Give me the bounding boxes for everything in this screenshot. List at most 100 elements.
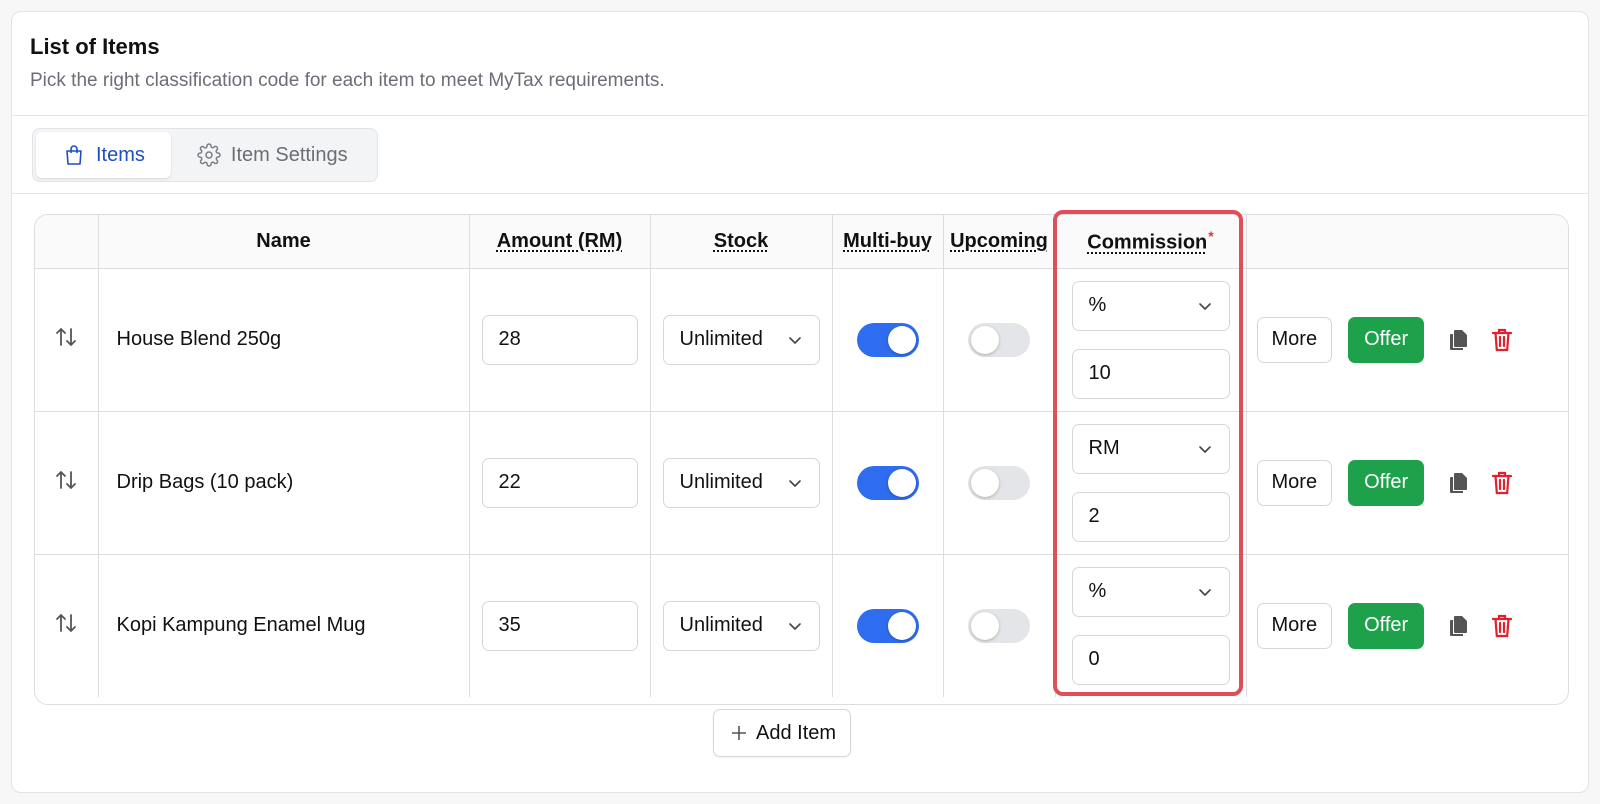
item-name: House Blend 250g — [98, 268, 470, 412]
gear-icon — [197, 143, 221, 167]
col-header-upcoming: Upcoming — [943, 215, 1056, 269]
commission-value-input[interactable]: 10 — [1071, 348, 1230, 399]
tab-bar: Items Item Settings — [12, 116, 1588, 194]
multibuy-cell — [832, 411, 944, 555]
more-button[interactable]: More — [1256, 602, 1333, 649]
table-row: Kopi Kampung Enamel Mug 35 Unlimited % 0… — [35, 554, 1568, 697]
required-marker: * — [1208, 227, 1214, 244]
commission-cell: % 0 — [1055, 554, 1247, 697]
duplicate-icon[interactable] — [1444, 326, 1472, 354]
commission-type-value: % — [1088, 580, 1107, 603]
toggle-knob — [971, 468, 999, 497]
amount-cell: 22 — [469, 411, 651, 555]
amount-input[interactable]: 22 — [481, 457, 638, 508]
toggle-knob — [971, 325, 999, 354]
commission-type-value: % — [1088, 294, 1107, 316]
page-title: List of Items — [30, 34, 160, 59]
multibuy-cell — [832, 554, 944, 697]
toggle-knob — [887, 325, 916, 354]
toggle-knob — [887, 611, 916, 640]
multibuy-toggle[interactable] — [856, 608, 919, 643]
stock-cell: Unlimited — [650, 554, 833, 697]
plus-icon — [732, 726, 746, 740]
tab-item-settings[interactable]: Item Settings — [171, 132, 374, 178]
stock-select[interactable]: Unlimited — [662, 314, 820, 365]
upcoming-cell — [943, 268, 1056, 412]
amount-input[interactable]: 28 — [481, 314, 638, 365]
toggle-knob — [887, 468, 916, 497]
row-actions: More Offer — [1247, 602, 1569, 649]
multibuy-cell — [832, 268, 944, 412]
card-header: List of Items Pick the right classificat… — [12, 12, 1588, 116]
offer-button[interactable]: Offer — [1348, 316, 1425, 363]
stock-cell: Unlimited — [650, 411, 833, 555]
table-row: House Blend 250g 28 Unlimited % 10 More — [35, 268, 1569, 412]
more-button[interactable]: More — [1256, 316, 1333, 363]
sort-handle-icon[interactable] — [53, 610, 79, 636]
actions-cell: More Offer — [1246, 268, 1569, 412]
delete-icon[interactable] — [1488, 612, 1516, 640]
table-row: Drip Bags (10 pack) 22 Unlimited RM 2 Mo… — [35, 411, 1569, 555]
chevron-down-icon — [788, 479, 801, 487]
actions-cell: More Offer — [1246, 554, 1568, 697]
duplicate-icon[interactable] — [1444, 612, 1472, 640]
amount-input[interactable]: 35 — [481, 600, 638, 651]
upcoming-toggle[interactable] — [968, 322, 1030, 357]
offer-button[interactable]: Offer — [1348, 459, 1425, 506]
add-item-label: Add Item — [756, 721, 837, 744]
stock-select-value: Unlimited — [679, 471, 763, 493]
duplicate-icon[interactable] — [1444, 469, 1472, 497]
col-header-commission: Commission* — [1055, 215, 1247, 269]
chevron-down-icon — [1198, 588, 1211, 596]
delete-icon[interactable] — [1488, 469, 1516, 497]
sort-cell — [35, 554, 99, 697]
col-header-amount: Amount (RM) — [469, 215, 651, 269]
chevron-down-icon — [1198, 302, 1211, 310]
commission-type-select[interactable]: % — [1071, 566, 1230, 617]
amount-cell: 35 — [469, 554, 651, 697]
commission-cell: RM 2 — [1055, 411, 1247, 555]
commission-type-select[interactable]: RM — [1071, 423, 1230, 474]
sort-cell — [35, 268, 99, 412]
multibuy-toggle[interactable] — [856, 465, 919, 500]
page-subtitle: Pick the right classification code for e… — [30, 70, 665, 91]
col-header-actions — [1246, 215, 1568, 269]
stock-select-value: Unlimited — [679, 614, 763, 637]
sort-cell — [35, 411, 99, 555]
more-button[interactable]: More — [1256, 459, 1333, 506]
commission-type-select[interactable]: % — [1071, 280, 1230, 331]
tabs: Items Item Settings — [32, 128, 378, 182]
commission-type-value: RM — [1088, 437, 1120, 459]
offer-button[interactable]: Offer — [1348, 602, 1425, 649]
upcoming-toggle[interactable] — [968, 465, 1030, 500]
stock-select[interactable]: Unlimited — [662, 457, 820, 508]
table-header-row: Name Amount (RM) Stock Multi-buy Upcomin… — [35, 215, 1568, 269]
upcoming-toggle[interactable] — [968, 608, 1030, 643]
add-item-button[interactable]: Add Item — [713, 709, 852, 757]
col-header-name: Name — [98, 215, 470, 269]
stock-cell: Unlimited — [650, 268, 833, 412]
item-name: Drip Bags (10 pack) — [98, 411, 470, 555]
chevron-down-icon — [1198, 445, 1211, 453]
sort-handle-icon[interactable] — [53, 324, 79, 350]
delete-icon[interactable] — [1488, 326, 1516, 354]
sort-handle-icon[interactable] — [53, 467, 79, 493]
chevron-down-icon — [788, 622, 801, 630]
commission-value-input[interactable]: 0 — [1071, 634, 1230, 685]
row-actions: More Offer — [1247, 316, 1569, 363]
stock-select-value: Unlimited — [679, 328, 763, 350]
commission-value-input[interactable]: 2 — [1071, 491, 1230, 542]
shopping-bag-icon — [66, 145, 82, 165]
upcoming-cell — [943, 411, 1056, 555]
actions-cell: More Offer — [1246, 411, 1569, 555]
items-card: List of Items Pick the right classificat… — [11, 11, 1589, 793]
tab-item-settings-label: Item Settings — [230, 143, 348, 166]
col-header-stock: Stock — [650, 215, 833, 269]
toggle-knob — [971, 611, 999, 640]
row-actions: More Offer — [1247, 459, 1569, 506]
multibuy-toggle[interactable] — [856, 322, 919, 357]
tab-items[interactable]: Items — [36, 132, 171, 178]
stock-select[interactable]: Unlimited — [662, 600, 820, 651]
tab-items-label: Items — [96, 143, 145, 166]
col-header-multibuy: Multi-buy — [832, 215, 944, 269]
